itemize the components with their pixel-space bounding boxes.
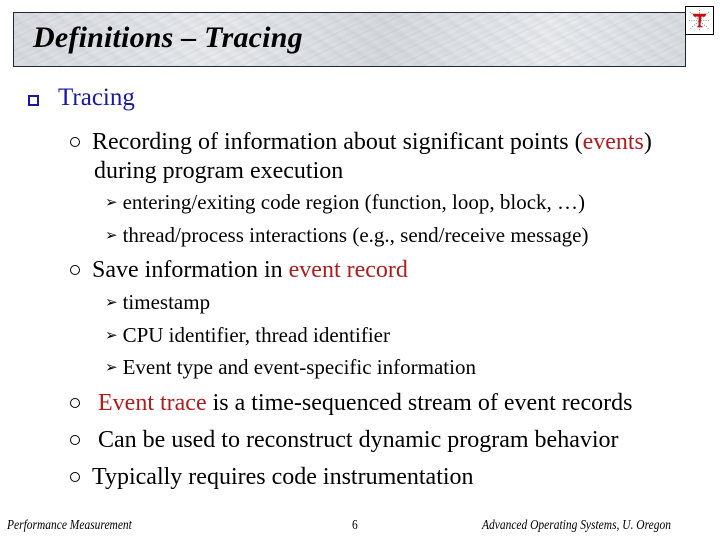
page-number: 6 [352, 518, 358, 533]
circle-bullet-icon [70, 398, 80, 408]
slide-title: Definitions – Tracing [33, 21, 303, 54]
footer-left: Performance Measurement [7, 518, 132, 533]
arrow-bullet-icon: ➢ [105, 228, 118, 244]
bullet-tracing: Tracing [28, 84, 135, 112]
circle-bullet-icon [70, 137, 80, 147]
bullet-event-trace: Event trace is a time-sequenced stream o… [70, 389, 632, 418]
arrow-bullet-icon: ➢ [105, 195, 118, 211]
bullet-save-information: Save information in event record [70, 256, 408, 285]
title-banner: Definitions – Tracing [13, 12, 686, 67]
circle-bullet-icon [70, 265, 80, 275]
arrow-bullet-icon: ➢ [105, 295, 118, 311]
event-record-highlight: event record [288, 257, 408, 283]
circle-bullet-icon [70, 435, 80, 445]
bullet-reconstruct: Can be used to reconstruct dynamic progr… [70, 426, 619, 455]
tau-logo-icon [685, 6, 714, 35]
arrow-bullet-icon: ➢ [105, 360, 118, 376]
subbullet-cpu-thread-id: ➢ CPU identifier, thread identifier [105, 323, 390, 347]
subbullet-entering-exiting: ➢ entering/exiting code region (function,… [105, 190, 586, 214]
bullet-recording-continuation: during program execution [94, 158, 344, 184]
bullet-recording: Recording of information about significa… [70, 128, 652, 184]
subbullet-event-type: ➢ Event type and event-specific informati… [105, 355, 476, 379]
bullet-instrumentation: Typically requires code instrumentation [70, 463, 474, 492]
square-bullet-icon [28, 94, 39, 106]
footer-right: Advanced Operating Systems, U. Oregon [482, 518, 671, 533]
circle-bullet-icon [70, 472, 80, 482]
subbullet-thread-process: ➢ thread/process interactions (e.g., send… [105, 223, 589, 247]
events-highlight: events [582, 129, 644, 155]
arrow-bullet-icon: ➢ [105, 328, 118, 344]
heading-tracing: Tracing [58, 84, 135, 111]
event-trace-highlight: Event trace [98, 390, 207, 416]
subbullet-timestamp: ➢ timestamp [105, 290, 211, 314]
